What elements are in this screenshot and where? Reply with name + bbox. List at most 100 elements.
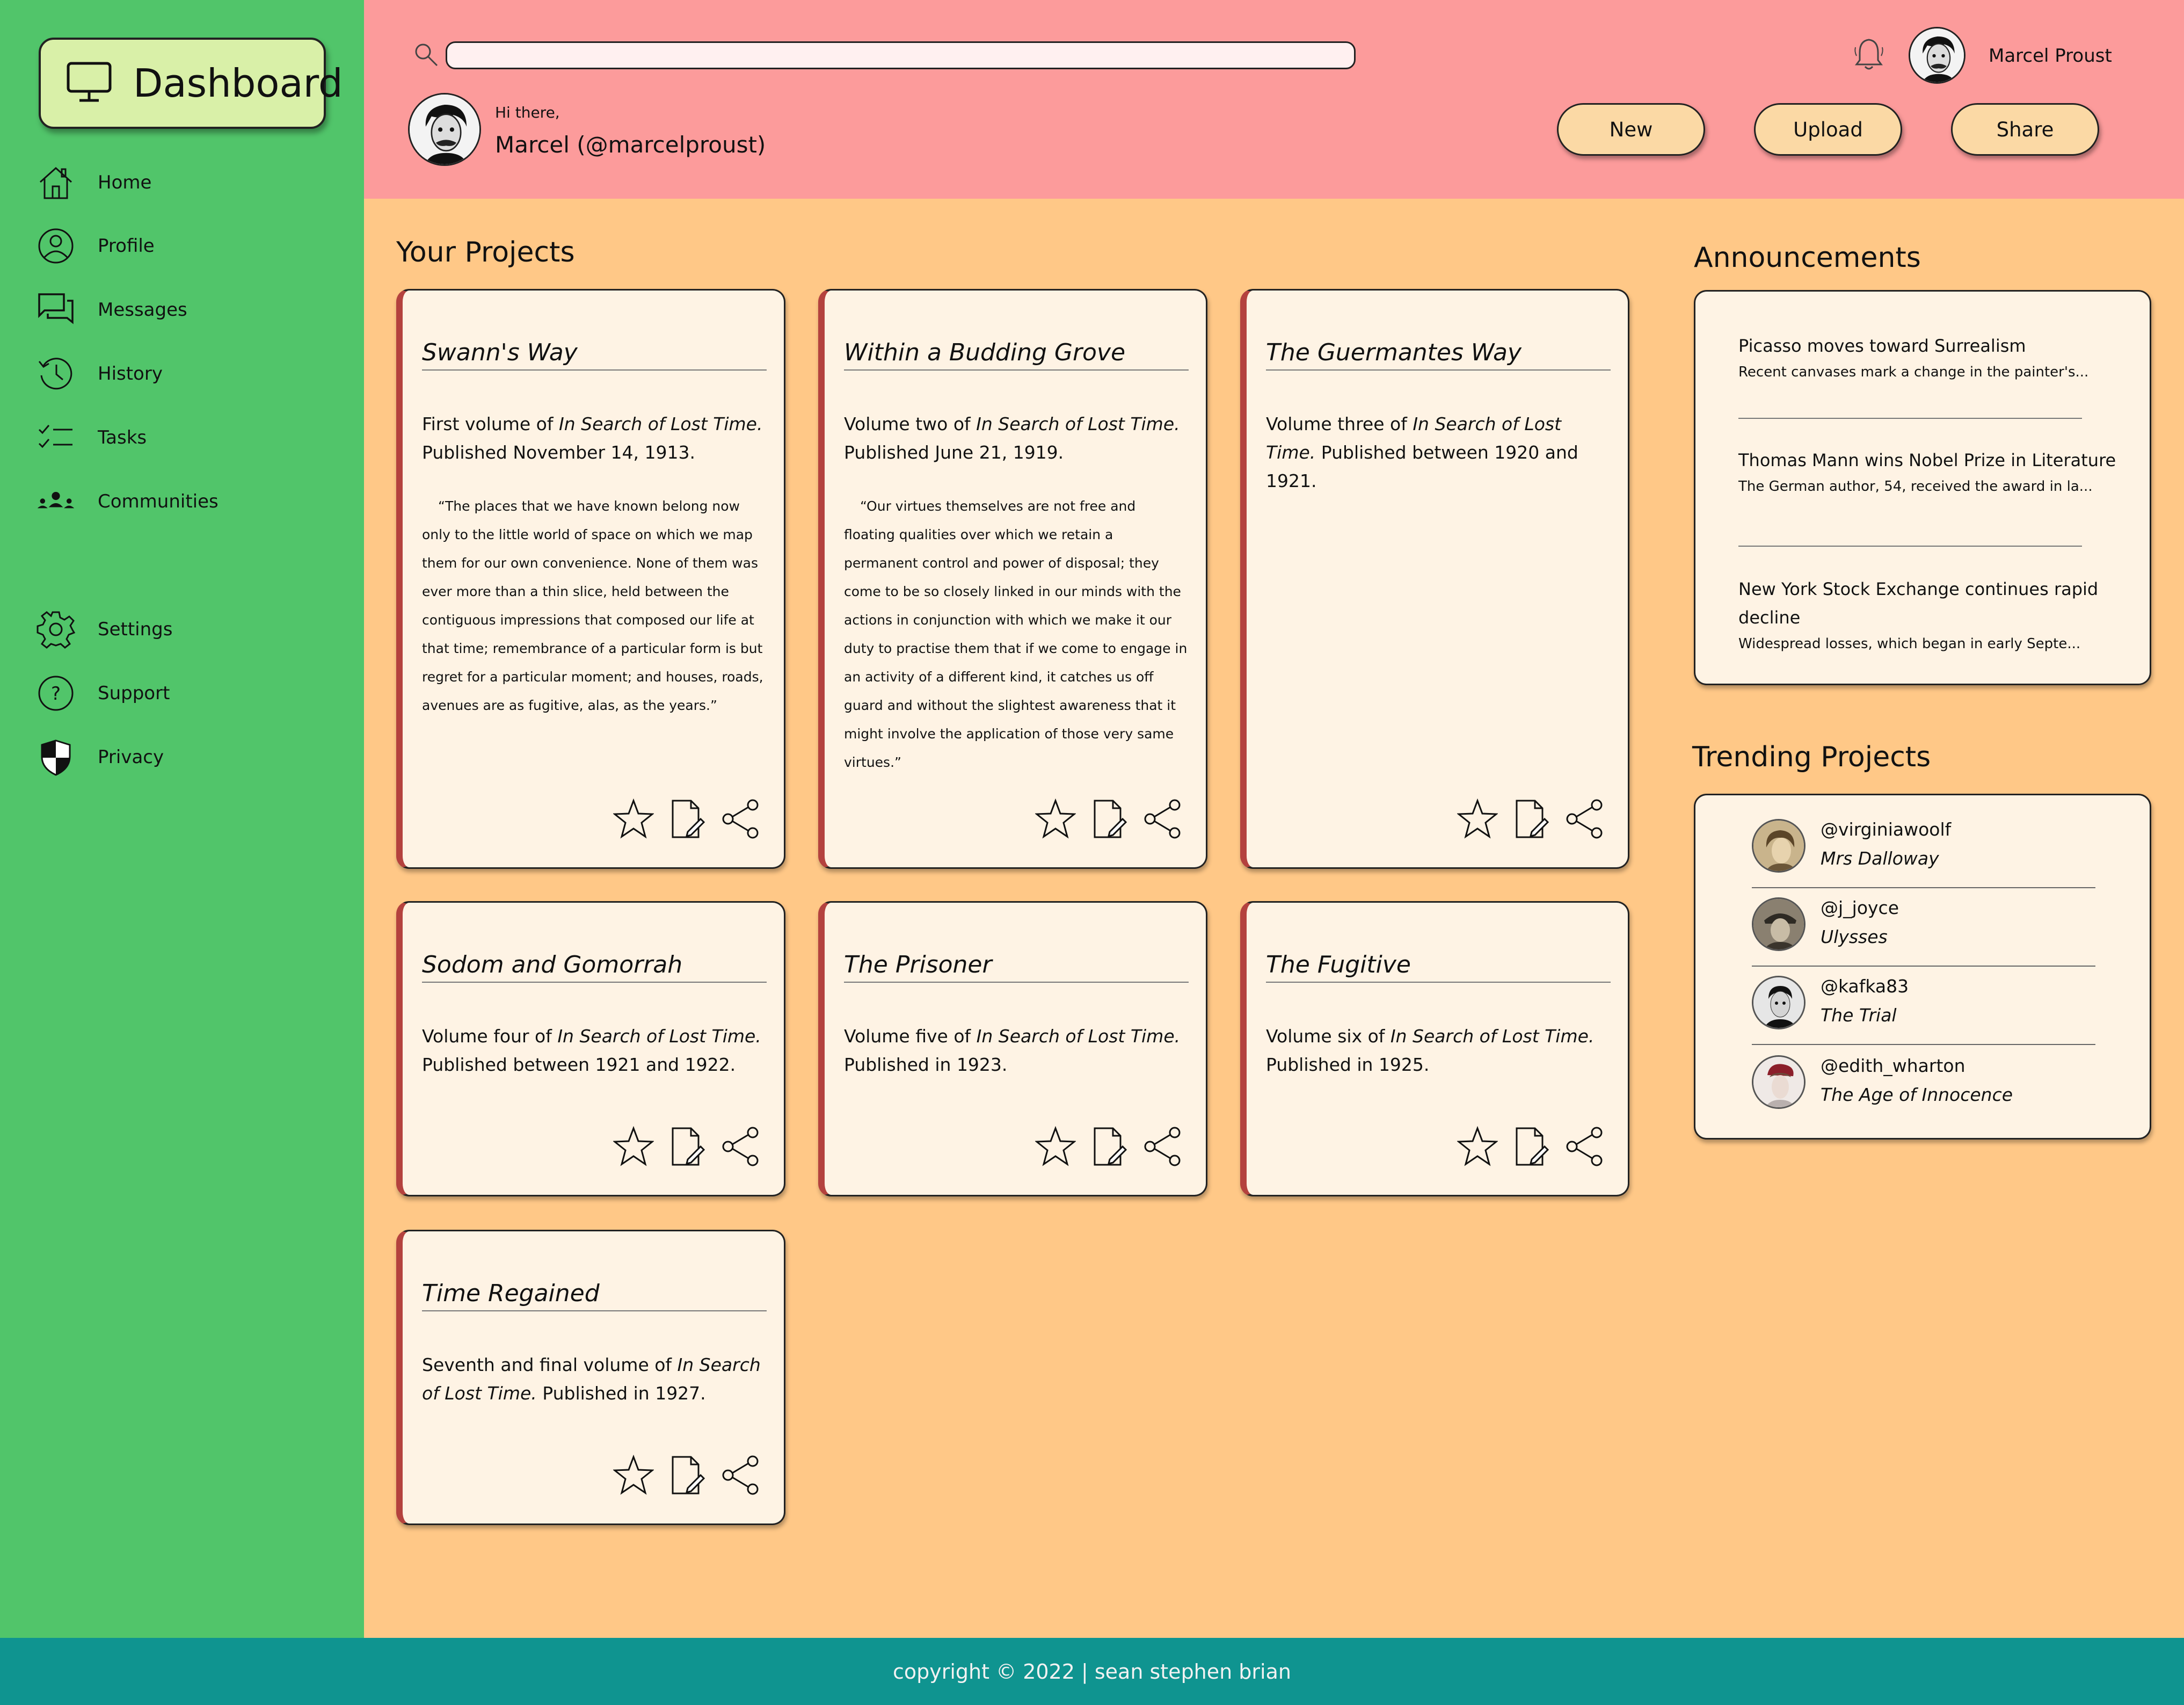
announcement-summary: Widespread losses, which began in early … xyxy=(1738,636,2081,652)
projects-title: Your Projects xyxy=(396,236,575,269)
edit-file-icon[interactable] xyxy=(666,1125,709,1168)
trending-user: @edith_wharton xyxy=(1821,1055,1965,1076)
star-icon[interactable] xyxy=(1034,1125,1077,1168)
star-icon[interactable] xyxy=(612,1454,655,1497)
sidebar-item-support[interactable]: ? Support xyxy=(35,669,336,717)
sidebar-item-label: Support xyxy=(98,683,170,704)
project-description: Volume five of In Search of Lost Time. P… xyxy=(844,1022,1189,1079)
edit-file-icon[interactable] xyxy=(666,1454,709,1497)
sidebar-item-settings[interactable]: Settings xyxy=(35,605,336,654)
project-card[interactable]: The Prisoner Volume five of In Search of … xyxy=(818,901,1207,1196)
copyright-text: copyright © 2022 | sean stephen brian xyxy=(893,1659,1291,1684)
edit-file-icon[interactable] xyxy=(1088,1125,1131,1168)
star-icon[interactable] xyxy=(1034,797,1077,840)
user-name[interactable]: Marcel Proust xyxy=(1989,45,2112,67)
sidebar-item-profile[interactable]: Profile xyxy=(35,222,336,270)
sidebar-item-label: Tasks xyxy=(98,427,147,448)
share-icon[interactable] xyxy=(719,1125,762,1168)
project-title[interactable]: Swann's Way xyxy=(422,339,767,371)
description-text: Seventh and final volume of xyxy=(422,1354,678,1375)
sidebar-item-label: Home xyxy=(98,172,152,193)
share-icon[interactable] xyxy=(1563,1125,1606,1168)
sidebar-item-home[interactable]: Home xyxy=(35,158,336,207)
edit-file-icon[interactable] xyxy=(666,797,709,840)
project-title[interactable]: Time Regained xyxy=(422,1280,767,1311)
edit-file-icon[interactable] xyxy=(1088,797,1131,840)
shield-icon xyxy=(35,737,76,778)
user-avatar[interactable] xyxy=(1909,27,1965,84)
footer: copyright © 2022 | sean stephen brian xyxy=(0,1638,2184,1705)
description-text: Volume three of xyxy=(1266,413,1413,434)
announcement-headline: Thomas Mann wins Nobel Prize in Literatu… xyxy=(1738,450,2116,470)
share-icon[interactable] xyxy=(1141,1125,1184,1168)
series-title: In Search of Lost Time. xyxy=(1390,1026,1595,1047)
new-button[interactable]: New xyxy=(1557,103,1705,156)
help-icon: ? xyxy=(35,673,76,714)
search-icon[interactable] xyxy=(413,42,439,70)
announcements-title: Announcements xyxy=(1694,242,1921,274)
card-actions xyxy=(1034,1125,1184,1168)
project-title[interactable]: The Fugitive xyxy=(1266,951,1611,983)
edit-file-icon[interactable] xyxy=(1510,1125,1553,1168)
star-icon[interactable] xyxy=(612,1125,655,1168)
project-card[interactable]: Time Regained Seventh and final volume of… xyxy=(396,1230,785,1525)
announcement-item[interactable]: Picasso moves toward Surrealism Recent c… xyxy=(1738,332,2136,384)
project-card[interactable]: The Fugitive Volume six of In Search of L… xyxy=(1240,901,1629,1196)
description-text: Published in 1927. xyxy=(536,1383,706,1404)
trending-user: @kafka83 xyxy=(1821,976,1909,997)
trending-book: The Age of Innocence xyxy=(1821,1084,2013,1105)
sidebar-item-history[interactable]: History xyxy=(35,350,336,398)
sidebar-item-privacy[interactable]: Privacy xyxy=(35,733,336,781)
announcement-item[interactable]: Thomas Mann wins Nobel Prize in Literatu… xyxy=(1738,446,2136,498)
trending-title: Trending Projects xyxy=(1692,741,1931,773)
edit-file-icon[interactable] xyxy=(1510,797,1553,840)
project-card[interactable]: Sodom and Gomorrah Volume four of In Sear… xyxy=(396,901,785,1196)
trending-item[interactable]: @kafka83 The Trial xyxy=(1752,962,2095,1040)
share-icon[interactable] xyxy=(719,1454,762,1497)
project-description: Volume four of In Search of Lost Time. P… xyxy=(422,1022,767,1079)
description-text: First volume of xyxy=(422,413,559,434)
star-icon[interactable] xyxy=(612,797,655,840)
project-card[interactable]: The Guermantes Way Volume three of In Sea… xyxy=(1240,289,1629,869)
announcements-panel: Picasso moves toward Surrealism Recent c… xyxy=(1694,290,2151,685)
star-icon[interactable] xyxy=(1456,1125,1499,1168)
project-card[interactable]: Within a Budding Grove Volume two of In S… xyxy=(818,289,1207,869)
trending-panel: @virginiawoolf Mrs Dalloway @j_joyce Uly… xyxy=(1694,794,2151,1140)
trending-user: @j_joyce xyxy=(1821,897,1899,918)
dashboard-button[interactable]: Dashboard xyxy=(39,38,343,129)
history-icon xyxy=(35,353,76,394)
share-icon[interactable] xyxy=(1141,797,1184,840)
trending-user: @virginiawoolf xyxy=(1821,819,1952,840)
share-icon[interactable] xyxy=(719,797,762,840)
share-icon[interactable] xyxy=(1563,797,1606,840)
trending-item[interactable]: @edith_wharton The Age of Innocence xyxy=(1752,1041,2095,1120)
project-title[interactable]: The Prisoner xyxy=(844,951,1189,983)
bell-icon[interactable] xyxy=(1852,37,1885,74)
project-title[interactable]: Within a Budding Grove xyxy=(844,339,1189,371)
sidebar-item-label: Privacy xyxy=(98,746,164,768)
trending-item[interactable]: @j_joyce Ulysses xyxy=(1752,883,2095,962)
description-text: Volume four of xyxy=(422,1026,558,1047)
card-actions xyxy=(612,1125,762,1168)
share-button[interactable]: Share xyxy=(1951,103,2099,156)
search-input[interactable] xyxy=(446,41,1356,69)
project-title[interactable]: Sodom and Gomorrah xyxy=(422,951,767,983)
trending-book: Mrs Dalloway xyxy=(1821,848,1939,869)
trending-book: The Trial xyxy=(1821,1005,1897,1026)
sidebar-item-tasks[interactable]: Tasks xyxy=(35,413,336,462)
announcement-item[interactable]: New York Stock Exchange continues rapid … xyxy=(1738,575,2136,656)
announcement-headline: Picasso moves toward Surrealism xyxy=(1738,336,2026,356)
sidebar-item-messages[interactable]: Messages xyxy=(35,286,336,334)
project-title[interactable]: The Guermantes Way xyxy=(1266,339,1611,371)
card-actions xyxy=(612,1454,762,1497)
header xyxy=(364,0,2184,199)
star-icon[interactable] xyxy=(1456,797,1499,840)
project-card[interactable]: Swann's Way First volume of In Search of … xyxy=(396,289,785,869)
project-description: Volume six of In Search of Lost Time. Pu… xyxy=(1266,1022,1611,1079)
avatar xyxy=(1752,976,1806,1029)
sidebar-item-communities[interactable]: Communities xyxy=(35,477,336,526)
upload-button[interactable]: Upload xyxy=(1754,103,1902,156)
trending-item[interactable]: @virginiawoolf Mrs Dalloway xyxy=(1752,805,2095,883)
description-text: Published in 1925. xyxy=(1266,1054,1430,1075)
project-description: First volume of In Search of Lost Time. … xyxy=(422,410,767,467)
